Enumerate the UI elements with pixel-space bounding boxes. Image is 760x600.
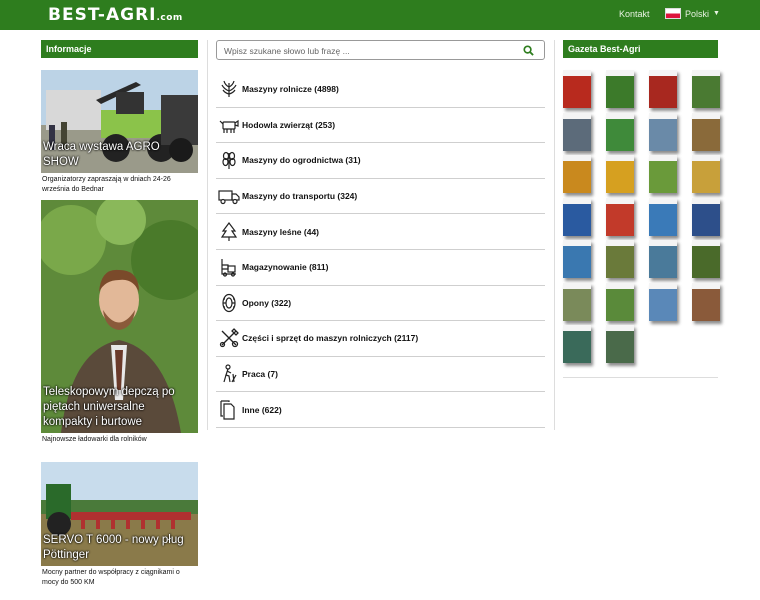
category-item[interactable]: Maszyny do ogrodnictwa (31) [216,143,545,179]
category-list: Maszyny rolnicze (4898) Hodowla zwierząt… [216,72,545,428]
magazine-cover[interactable] [692,70,720,108]
magazine-cover[interactable] [563,155,591,193]
category-item[interactable]: Inne (622) [216,392,545,428]
magazine-cover[interactable] [563,240,591,278]
category-label: Hodowla zwierząt (253) [242,119,336,130]
language-selector[interactable]: Polski ▼ [665,8,720,19]
news-section-title: Informacje [41,40,198,58]
truck-icon [218,190,240,205]
magazine-cover[interactable] [649,70,677,108]
magazine-cover[interactable] [606,325,634,363]
category-item[interactable]: Praca (7) [216,357,545,393]
documents-icon [220,400,235,420]
language-label: Polski [685,8,710,19]
category-item[interactable]: Maszyny leśne (44) [216,214,545,250]
category-label: Opony (322) [242,297,292,308]
magazine-cover[interactable] [692,197,720,236]
news-caption: Organizatorzy zapraszają w dniach 24-26 … [42,176,171,193]
magazine-cover[interactable] [606,155,634,193]
news-image: Teleskopowym depczą po piętach uniwersal… [41,200,198,433]
magazine-cover[interactable] [649,112,677,151]
magazine-cover[interactable] [606,70,634,108]
magazine-cover[interactable] [563,112,591,151]
category-item[interactable]: Opony (322) [216,286,545,322]
magazine-cover[interactable] [692,240,720,278]
magazine-cover[interactable] [606,112,634,151]
category-item[interactable]: Hodowla zwierząt (253) [216,108,545,144]
magazine-cover[interactable] [606,197,634,236]
category-label: Maszyny rolnicze (4898) [242,84,339,95]
logo-suffix: .com [156,13,183,23]
category-item[interactable]: Magazynowanie (811) [216,250,545,286]
magazine-section-title: Gazeta Best-Agri [563,40,718,58]
column-divider [554,40,555,430]
magazine-cover[interactable] [692,155,720,193]
news-item[interactable]: SERVO T 6000 - nowy pług Pöttinger Mocny… [41,462,198,588]
poland-flag-icon [665,8,681,19]
tools-icon [219,328,239,348]
magazine-cover[interactable] [692,112,720,151]
magazine-cover-grid [563,70,720,363]
magazine-cover[interactable] [563,282,591,321]
tree-icon [220,221,238,241]
category-item[interactable]: Maszyny rolnicze (4898) [216,72,545,108]
forklift-icon [221,259,236,277]
top-navbar: BEST-AGRI.com Kontakt Polski ▼ [0,0,760,30]
magazine-cover[interactable] [563,197,591,236]
category-item[interactable]: Maszyny do transportu (324) [216,179,545,215]
news-headline: Wraca wystawa AGRO SHOW [43,141,160,168]
news-caption: Najnowsze ładowarki dla rolników [42,436,147,443]
livestock-icon [219,119,239,133]
plant-icon [222,152,236,170]
magazine-column: Gazeta Best-Agri [563,40,720,378]
search-icon[interactable] [523,45,534,56]
magazine-cover[interactable] [649,240,677,278]
news-caption: Mocny partner do współpracy z ciągnikami… [42,569,180,586]
magazine-cover[interactable] [606,240,634,278]
search-input[interactable] [217,42,507,60]
magazine-cover[interactable] [649,155,677,193]
category-label: Inne (622) [242,404,282,415]
caret-down-icon: ▼ [713,10,720,17]
magazine-cover[interactable] [649,282,677,321]
logo-text: BEST-AGRI [48,5,157,25]
news-item[interactable]: Wraca wystawa AGRO SHOW Organizatorzy za… [41,70,198,195]
category-label: Maszyny do transportu (324) [242,191,358,202]
wheat-icon [221,81,237,98]
magazine-cover[interactable] [649,197,677,236]
section-divider [563,377,718,378]
magazine-cover[interactable] [606,282,634,321]
news-headline: SERVO T 6000 - nowy pług Pöttinger [43,534,184,561]
category-label: Części i sprzęt do maszyn rolniczych (21… [242,333,419,344]
news-column: Informacje Wraca wystawa AGRO SHOW Organ… [41,40,198,588]
news-headline: Teleskopowym depczą po piętach uniwersal… [43,386,175,428]
site-logo[interactable]: BEST-AGRI.com [48,5,183,28]
search-box [216,40,545,60]
news-image: SERVO T 6000 - nowy pług Pöttinger [41,462,198,566]
magazine-cover[interactable] [563,70,591,108]
magazine-cover[interactable] [692,282,720,321]
column-divider [207,40,208,430]
category-item[interactable]: Części i sprzęt do maszyn rolniczych (21… [216,321,545,357]
news-item[interactable]: Teleskopowym depczą po piętach uniwersal… [41,200,198,445]
category-label: Magazynowanie (811) [242,262,329,273]
news-image: Wraca wystawa AGRO SHOW [41,70,198,173]
worker-icon [223,364,237,383]
tire-icon [222,293,236,312]
contact-link[interactable]: Kontakt [619,9,650,19]
category-label: Praca (7) [242,369,278,380]
category-label: Maszyny leśne (44) [242,226,320,237]
magazine-cover[interactable] [563,325,591,363]
category-label: Maszyny do ogrodnictwa (31) [242,155,361,166]
categories-column: Maszyny rolnicze (4898) Hodowla zwierząt… [216,40,545,428]
